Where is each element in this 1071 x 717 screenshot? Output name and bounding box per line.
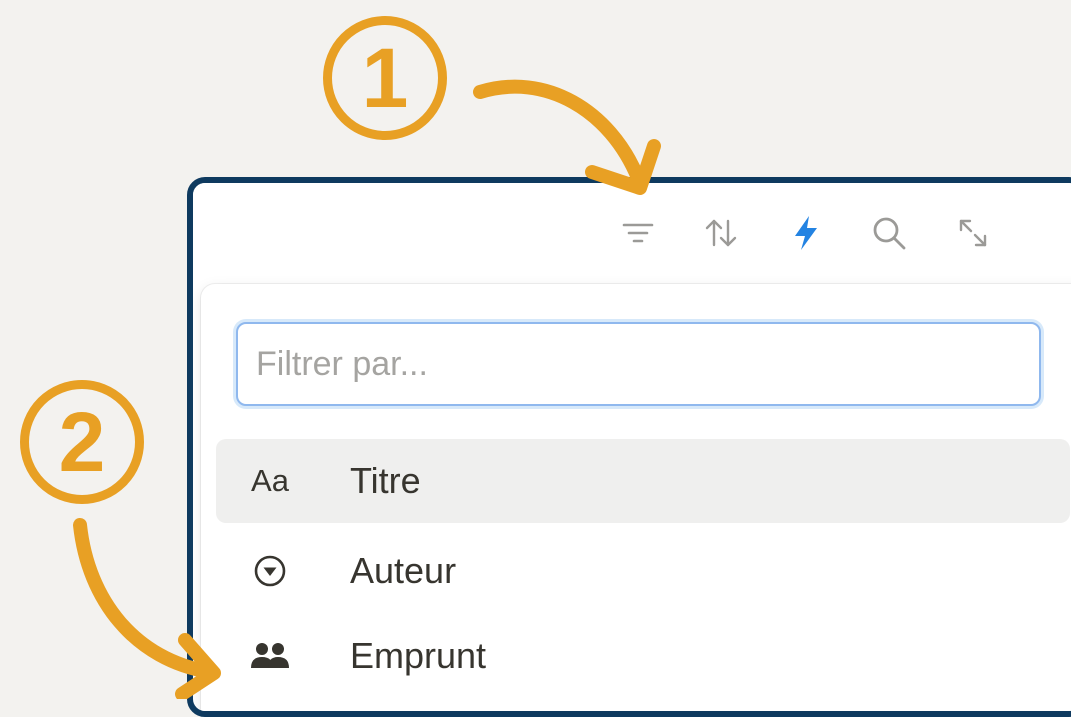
search-icon[interactable]	[869, 213, 909, 253]
filter-icon[interactable]	[618, 213, 658, 253]
step-1-badge: 1	[323, 16, 447, 140]
property-option-emprunt[interactable]: Emprunt	[216, 614, 1070, 698]
text-property-icon: Aa	[251, 463, 289, 498]
expand-icon[interactable]	[953, 213, 993, 253]
arrow-to-filter-icon	[473, 79, 661, 195]
step-2-number: 2	[58, 395, 106, 489]
database-toolbar	[193, 183, 1071, 291]
property-option-label: Titre	[350, 460, 421, 501]
automation-lightning-icon[interactable]	[786, 213, 826, 253]
notion-database-panel: Aa Titre Auteur Emprunt	[187, 177, 1071, 717]
filter-dropdown-menu: Aa Titre Auteur Emprunt	[201, 284, 1071, 711]
property-option-label: Auteur	[350, 550, 457, 591]
property-option-label: Emprunt	[350, 635, 487, 676]
step-2-badge: 2	[20, 380, 144, 504]
filter-search-input[interactable]	[236, 322, 1041, 406]
sort-icon[interactable]	[701, 213, 741, 253]
person-property-icon	[246, 635, 294, 677]
property-option-auteur[interactable]: Auteur	[216, 529, 1070, 613]
select-property-icon	[246, 550, 294, 592]
property-option-titre[interactable]: Aa Titre	[216, 439, 1070, 523]
step-1-number: 1	[361, 31, 409, 125]
